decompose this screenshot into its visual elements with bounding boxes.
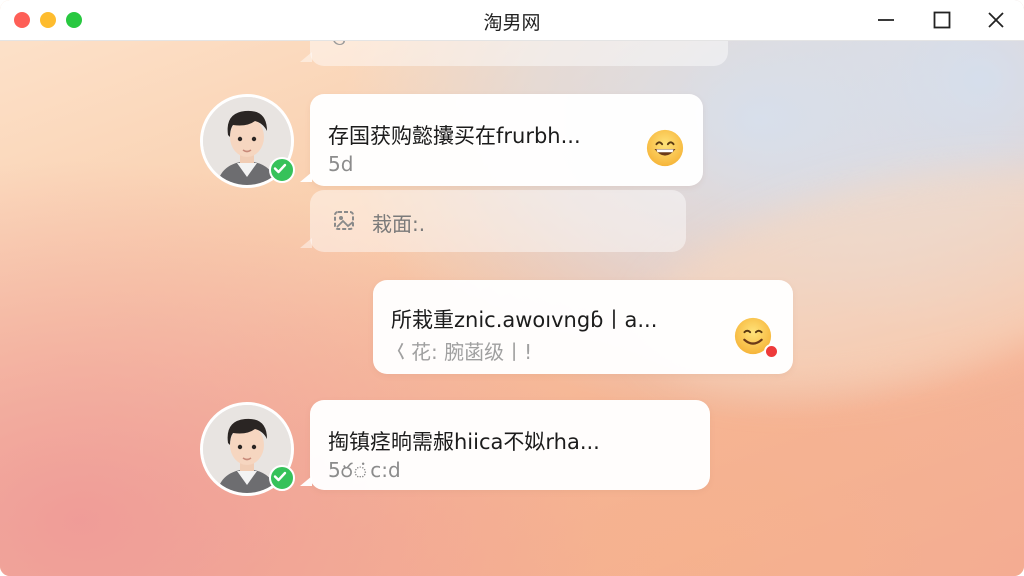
- minimize-button[interactable]: [874, 8, 898, 32]
- close-icon: [988, 12, 1004, 28]
- message-timestamp: 5d: [328, 152, 354, 176]
- unread-dot: [764, 344, 779, 359]
- message-bubble[interactable]: 掏镇痉晌需赧hiica不姒rha... 5ర்c:d: [300, 400, 710, 490]
- maximize-icon: [933, 11, 951, 29]
- image-message-bubble[interactable]: 栽面:.: [300, 190, 686, 252]
- bubble-tail: [300, 238, 312, 248]
- message-text: 所栽重znic.awoıvngɓ丨a...: [391, 308, 658, 332]
- check-icon: [273, 471, 287, 482]
- grinning-face-emoji-icon: [646, 129, 684, 167]
- message-text: 掏镇痉晌需赧hiica不姒rha...: [328, 430, 600, 454]
- verified-badge: [269, 465, 295, 491]
- avatar[interactable]: [200, 402, 295, 496]
- verified-badge: [269, 157, 295, 183]
- chat-window: 淘男网 ଓ ·: [0, 0, 1024, 576]
- message-timestamp: 5ర்c:d: [328, 458, 401, 482]
- bubble-tail: [300, 172, 312, 182]
- avatar[interactable]: [200, 94, 295, 188]
- outgoing-message-bubble[interactable]: 所栽重znic.awoıvngɓ丨a... 𡿨花: 腕菡级丨!: [373, 280, 793, 374]
- title-bar: 淘男网: [0, 0, 1024, 41]
- image-message-label: 栽面:.: [372, 212, 426, 236]
- bubble-tail: [300, 476, 312, 486]
- bubble-tail: [300, 52, 312, 62]
- message-status: 𡿨花: 腕菡级丨!: [391, 340, 533, 364]
- window-title: 淘男网: [483, 12, 541, 34]
- close-button[interactable]: [984, 8, 1008, 32]
- message-text: 存国获购懿攮买在frurbh...: [328, 124, 581, 148]
- check-icon: [273, 163, 287, 174]
- minimize-icon: [878, 19, 894, 21]
- image-icon: [334, 211, 354, 230]
- maximize-button[interactable]: [930, 8, 954, 32]
